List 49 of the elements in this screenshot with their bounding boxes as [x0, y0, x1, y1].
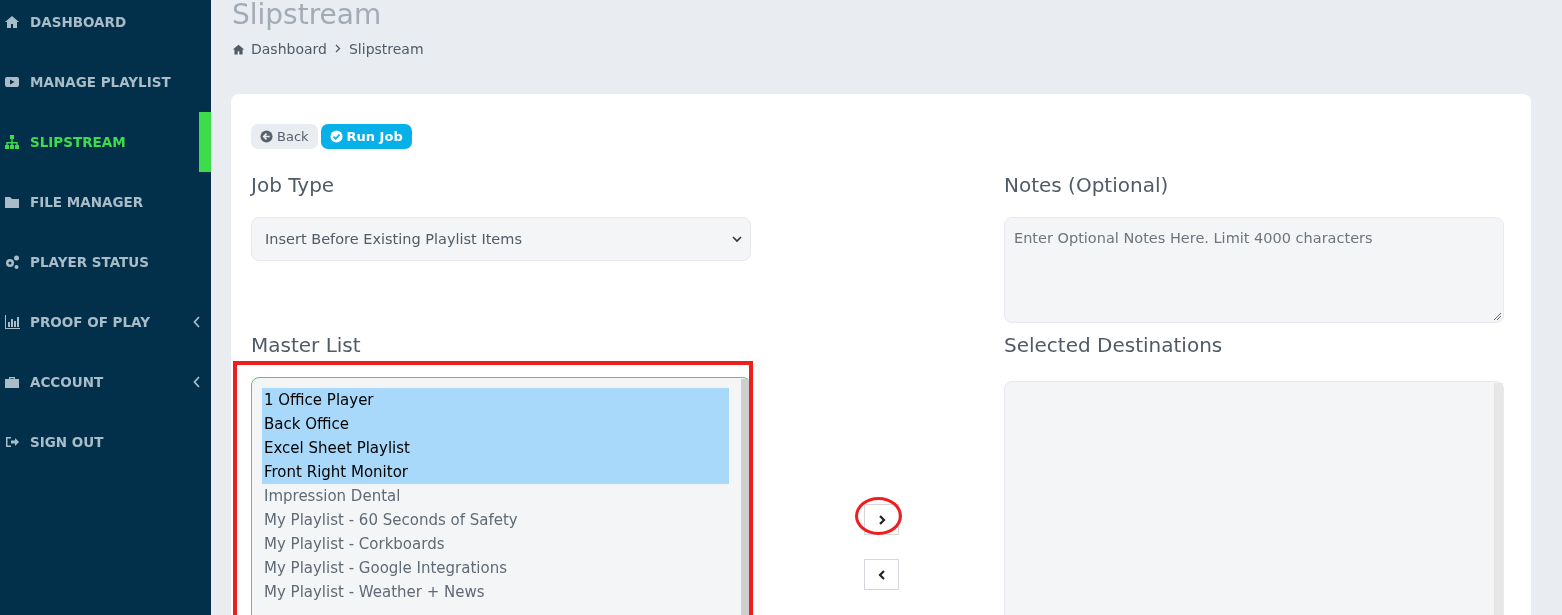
resize-grip-icon: [1493, 312, 1501, 320]
list-option[interactable]: Back Office: [262, 412, 729, 436]
field-label: Master List: [251, 332, 362, 359]
list-option[interactable]: My Playlist - Corkboards: [262, 532, 729, 556]
sidebar-item[interactable]: MANAGE PLAYLIST: [0, 52, 211, 112]
sidebar-item[interactable]: FILE MANAGER: [0, 172, 211, 232]
chevron-left-icon: [193, 376, 201, 388]
notes-field[interactable]: Enter Optional Notes Here. Limit 4000 characters: [1004, 217, 1504, 323]
sidebar-item[interactable]: PLAYER STATUS: [0, 232, 211, 292]
move-left-button[interactable]: [864, 559, 899, 590]
briefcase-icon: [4, 374, 20, 390]
folder-icon: [4, 194, 20, 210]
sidebar-item[interactable]: ACCOUNT: [0, 352, 211, 412]
scrollbar[interactable]: [1494, 383, 1503, 615]
back-button[interactable]: Back: [251, 124, 318, 149]
list-option[interactable]: My Playlist - Weather + News: [262, 580, 729, 604]
gears-icon: [4, 254, 20, 270]
sign-out-icon: [4, 434, 20, 450]
list-option[interactable]: Excel Sheet Playlist: [262, 436, 729, 460]
sidebar-item[interactable]: SIGN OUT: [0, 412, 211, 472]
home-icon: [4, 14, 20, 30]
field-label: Job Type: [251, 172, 336, 199]
check-circle-icon: [329, 130, 343, 143]
breadcrumb-current: Slipstream: [348, 41, 424, 57]
job-type-select[interactable]: Insert Before Existing Playlist Items: [251, 217, 751, 261]
play-icon: [4, 74, 20, 90]
back-arrow-icon: [260, 130, 273, 143]
list-option[interactable]: Front Right Monitor: [262, 460, 729, 484]
page-title: Slipstream: [232, 0, 382, 30]
field-label: Selected Destinations: [1004, 332, 1224, 359]
list-option[interactable]: 1 Office Player: [262, 388, 729, 412]
list-option[interactable]: My Playlist - Google Integrations: [262, 556, 729, 580]
bar-chart-icon: [4, 314, 20, 330]
sidebar-item[interactable]: SLIPSTREAM: [0, 112, 211, 172]
chevron-right-icon: [334, 44, 341, 53]
list-option[interactable]: My Playlist - 60 Seconds of Safety: [262, 508, 729, 532]
chevron-down-icon: [732, 235, 742, 243]
move-right-button[interactable]: [864, 504, 899, 535]
field-label: Notes (Optional): [1004, 172, 1170, 199]
chevron-left-icon: [193, 316, 201, 328]
chevron-right-icon: [877, 514, 886, 525]
list-option[interactable]: Impression Dental: [262, 484, 729, 508]
sidebar-item[interactable]: DASHBOARD: [0, 0, 211, 52]
chevron-left-icon: [877, 569, 886, 580]
sidebar-item[interactable]: PROOF OF PLAY: [0, 292, 211, 352]
sitemap-icon: [4, 134, 20, 150]
scrollbar[interactable]: [741, 379, 750, 615]
breadcrumb-link[interactable]: Dashboard: [232, 41, 327, 57]
home-icon: [232, 42, 245, 56]
